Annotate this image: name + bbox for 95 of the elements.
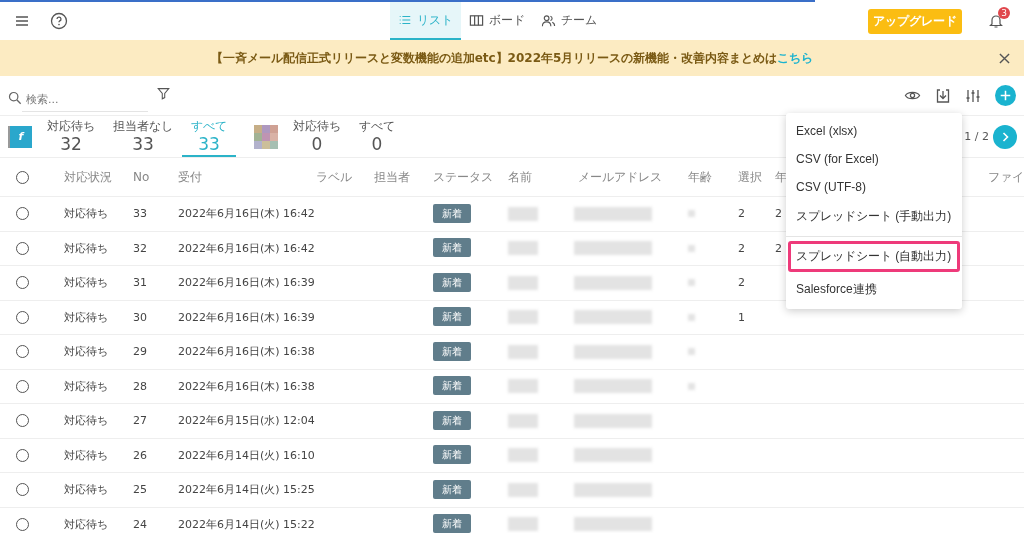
redacted-block: [508, 413, 538, 428]
count-tab[interactable]: 対応待ち 32: [38, 116, 104, 157]
table-cell: 2022年6月14日(火) 15:25: [178, 483, 315, 497]
table-cell: 28: [133, 379, 147, 393]
filter-icon[interactable]: [157, 87, 170, 100]
count-tab[interactable]: 担当者なし 33: [104, 116, 182, 157]
column-header: No: [133, 170, 150, 184]
status-tag: 新着: [433, 410, 471, 430]
menu-icon[interactable]: [14, 13, 30, 29]
table-cell: 25: [133, 483, 147, 497]
column-header: 対応状況: [64, 169, 112, 184]
announcement-text: 【一斉メール配信正式リリースと変数機能の追加etc】2022年5月リリースの新機能・改善内容まとめはこちら: [210, 49, 814, 67]
table-cell: 27: [133, 414, 147, 428]
bell-icon[interactable]: [988, 13, 1004, 29]
table-cell: 32: [133, 241, 147, 255]
table-cell: 対応待ち: [64, 517, 108, 531]
help-icon[interactable]: [50, 12, 68, 30]
status-tag: 新着: [433, 341, 471, 361]
status-tag: 新着: [433, 479, 471, 499]
table-cell: 対応待ち: [64, 414, 108, 428]
redacted-block: [508, 448, 538, 463]
table-cell: 2022年6月16日(木) 16:42: [178, 207, 315, 221]
table-cell: 2: [738, 241, 745, 255]
table-cell: 30: [133, 310, 147, 324]
people-icon: [541, 12, 556, 28]
menu-item[interactable]: スプレッドシート (手動出力): [788, 201, 960, 232]
table-cell: 29: [133, 345, 147, 359]
redacted-block: [508, 241, 538, 256]
column-header: 年齢: [688, 169, 712, 184]
table-cell: 2022年6月16日(木) 16:42: [178, 241, 315, 255]
menu-item[interactable]: CSV (for Excel): [788, 145, 960, 173]
status-tag: 新着: [433, 514, 471, 533]
table-cell: 2: [738, 276, 745, 290]
menu-item[interactable]: スプレッドシート (自動出力): [788, 241, 960, 272]
table-cell: 2022年6月14日(火) 15:22: [178, 517, 315, 531]
page-indicator: 1 / 2: [964, 130, 989, 143]
column-header: 名前: [508, 169, 532, 184]
table-cell: 26: [133, 448, 147, 462]
column-header: 選択: [738, 169, 762, 184]
count-tab[interactable]: 対応待ち 0: [284, 116, 350, 157]
table-cell: 2022年6月16日(木) 16:38: [178, 345, 315, 359]
redacted-block: [508, 517, 538, 532]
status-tag: 新着: [433, 445, 471, 465]
table-cell: 24: [133, 517, 147, 531]
close-icon[interactable]: [999, 52, 1010, 64]
table-cell: 2022年6月14日(火) 16:10: [178, 448, 315, 462]
table-cell: 33: [133, 207, 147, 221]
menu-item[interactable]: Salesforce連携: [788, 274, 960, 305]
table-cell: 対応待ち: [64, 207, 108, 221]
count-tab[interactable]: すべて 0: [350, 116, 404, 157]
status-tag: 新着: [433, 272, 471, 292]
board-icon: [469, 12, 484, 28]
table-cell: 2: [738, 207, 745, 221]
status-tag: 新着: [433, 376, 471, 396]
table-cell: 対応待ち: [64, 310, 108, 324]
table-cell: 対応待ち: [64, 276, 108, 290]
table-cell: 対応待ち: [64, 379, 108, 393]
table-cell: 対応待ち: [64, 345, 108, 359]
column-header: 年: [775, 169, 787, 184]
column-header: ステータス: [433, 169, 493, 184]
list-icon: [398, 13, 412, 27]
menu-item[interactable]: Excel (xlsx): [788, 117, 960, 145]
status-tag: 新着: [433, 238, 471, 258]
redacted-block: [508, 310, 538, 325]
table-cell: 1: [738, 310, 745, 324]
status-tag: 新着: [433, 307, 471, 327]
notification-badge: 3: [998, 7, 1010, 19]
download-icon[interactable]: [935, 87, 951, 104]
column-header: ファイ: [988, 169, 1024, 184]
table-cell: 対応待ち: [64, 448, 108, 462]
redacted-block: [508, 206, 538, 221]
table-cell: 31: [133, 276, 147, 290]
table-cell: 2: [775, 207, 782, 221]
redacted-block: [508, 344, 538, 359]
menu-item[interactable]: CSV (UTF-8): [788, 173, 960, 201]
table-cell: 2022年6月15日(水) 12:04: [178, 414, 315, 428]
table-cell: 2022年6月16日(木) 16:38: [178, 379, 315, 393]
search-field[interactable]: 検索...: [22, 87, 148, 112]
redacted-block: [508, 379, 538, 394]
column-header: 担当者: [374, 169, 410, 184]
status-tag: 新着: [433, 203, 471, 223]
table-cell: 2022年6月16日(木) 16:39: [178, 276, 315, 290]
view-tab[interactable]: チーム: [533, 2, 605, 40]
table-cell: 2022年6月16日(木) 16:39: [178, 310, 315, 324]
column-header: メールアドレス: [578, 169, 662, 184]
column-header: 受付: [178, 169, 202, 184]
column-header: ラベル: [316, 169, 352, 184]
search-icon: [8, 90, 22, 105]
table-cell: 対応待ち: [64, 241, 108, 255]
sliders-icon[interactable]: [965, 87, 981, 104]
table-cell: 2: [775, 241, 782, 255]
view-tab[interactable]: ボード: [461, 2, 533, 40]
table-cell: 対応待ち: [64, 483, 108, 497]
redacted-block: [508, 275, 538, 290]
redacted-block: [508, 482, 538, 497]
